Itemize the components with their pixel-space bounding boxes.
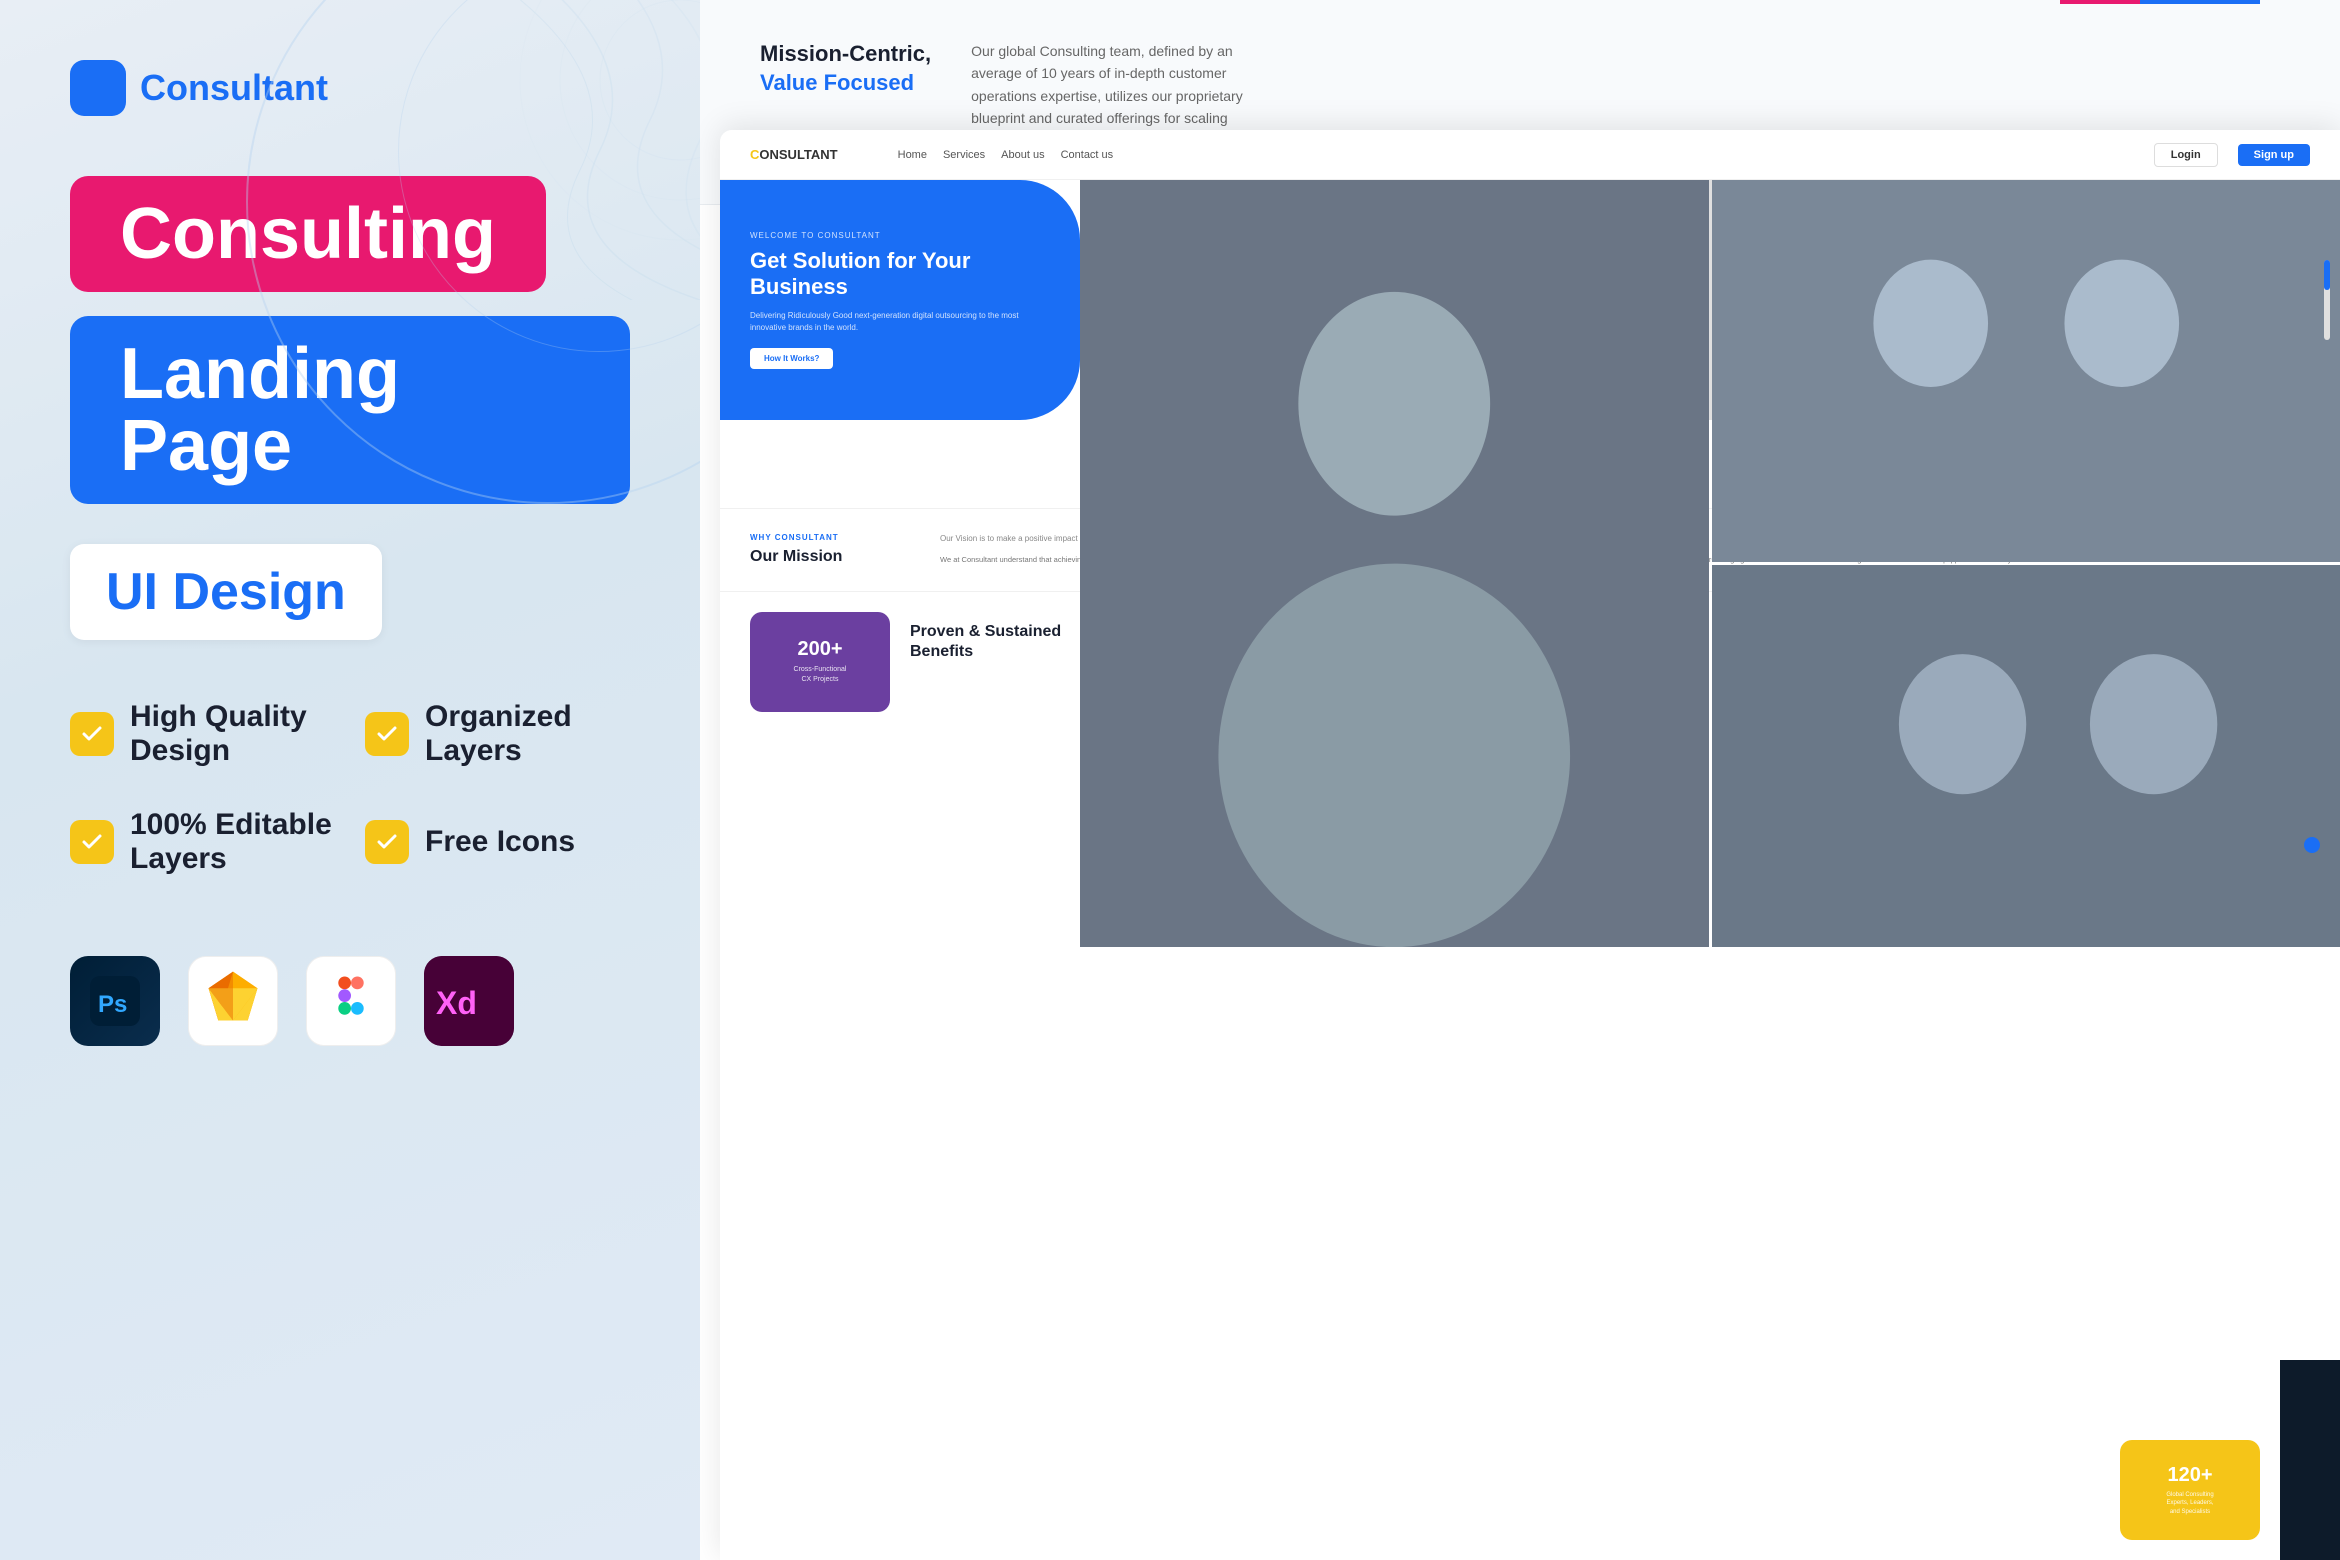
landing-label: Landing Page (120, 334, 400, 486)
tools-row: Ps (70, 956, 630, 1046)
left-panel: Consultant Consulting Landing Page UI De… (0, 0, 700, 1560)
nav-about: About us (1001, 149, 1044, 161)
nav-home: Home (898, 149, 927, 161)
check-hq (70, 712, 114, 756)
stat-gc-label: Global ConsultingExperts, Leaders,and Sp… (2166, 1491, 2213, 1516)
website-mockup: CONSULTANT Home Services About us Contac… (720, 130, 2340, 1560)
blue-dot-indicator (2304, 837, 2320, 853)
tool-sketch (188, 956, 278, 1046)
mock-login-button[interactable]: Login (2154, 143, 2218, 167)
check-ol (365, 712, 409, 756)
consulting-badge: Consulting (70, 176, 546, 292)
mock-hero: WELCOME TO CONSULTANT Get Solution for Y… (720, 180, 2340, 420)
hero-img-2 (1712, 180, 2340, 562)
feature-ol: Organized Layers (365, 700, 630, 768)
feature-fi: Free Icons (365, 808, 630, 876)
stat-cx-number: 200+ (797, 638, 842, 661)
mock-nav-links: Home Services About us Contact us (898, 149, 1114, 161)
mock-logo-dot: C (750, 147, 759, 162)
stat-gc: 120+ Global ConsultingExperts, Leaders,a… (2120, 1440, 2260, 1540)
logo-icon (70, 60, 126, 116)
mock-hero-left: WELCOME TO CONSULTANT Get Solution for Y… (720, 180, 1080, 420)
feature-el-label: 100% Editable Layers (130, 808, 335, 876)
tool-figma (306, 956, 396, 1046)
mock-signup-button[interactable]: Sign up (2238, 144, 2310, 166)
stat-cx: 200+ Cross-FunctionalCX Projects (750, 612, 890, 712)
accent-line-blue (2140, 0, 2260, 4)
scroll-thumb (2324, 260, 2330, 290)
right-panel: Mission-Centric, Value Focused Our globa… (700, 0, 2340, 1560)
mock-hero-images (1080, 180, 2340, 420)
hero-img-3 (1712, 565, 2340, 947)
mission-title: Mission-Centric, Value Focused (760, 40, 931, 97)
check-el (70, 820, 114, 864)
feature-hq-label: High Quality Design (130, 700, 335, 768)
nav-services: Services (943, 149, 985, 161)
mock-welcome: WELCOME TO CONSULTANT (750, 231, 1050, 240)
consulting-label: Consulting (120, 194, 496, 274)
feature-el: 100% Editable Layers (70, 808, 335, 876)
landing-badge: Landing Page (70, 316, 630, 504)
stat-cx-label: Cross-FunctionalCX Projects (794, 665, 847, 685)
mock-hero-cta[interactable]: How It Works? (750, 348, 833, 369)
feature-hq: High Quality Design (70, 700, 335, 768)
feature-ol-label: Organized Layers (425, 700, 630, 768)
svg-text:Ps: Ps (98, 991, 127, 1018)
mock-logo: CONSULTANT (750, 147, 838, 162)
nav-contact: Contact us (1061, 149, 1114, 161)
mission-title-block: Mission-Centric, Value Focused (760, 40, 931, 97)
feature-fi-label: Free Icons (425, 825, 575, 859)
hero-img-1 (1080, 180, 1709, 947)
mock-why-text: WHY CONSULTANT (750, 533, 910, 542)
mock-mission-title: Our Mission (750, 548, 910, 566)
mock-hero-title: Get Solution for Your Business (750, 248, 1050, 301)
scroll-indicator (2324, 260, 2330, 340)
accent-line-pink (2060, 0, 2140, 4)
stat-gc-number: 120+ (2167, 1464, 2212, 1487)
ui-design-badge: UI Design (70, 544, 382, 640)
svg-text:Xd: Xd (436, 985, 477, 1021)
tool-photoshop: Ps (70, 956, 160, 1046)
ui-design-label: UI Design (106, 563, 346, 621)
mock-mission-left: WHY CONSULTANT Our Mission (750, 533, 910, 567)
tool-xd: Xd (424, 956, 514, 1046)
check-fi (365, 820, 409, 864)
logo-area: Consultant (70, 60, 630, 116)
mock-navbar: CONSULTANT Home Services About us Contac… (720, 130, 2340, 180)
mock-dark-panel (2280, 1360, 2340, 1560)
mock-hero-desc: Delivering Ridiculously Good next-genera… (750, 310, 1050, 334)
logo-text: Consultant (140, 67, 328, 109)
features-grid: High Quality Design Organized Layers 100… (70, 700, 630, 876)
